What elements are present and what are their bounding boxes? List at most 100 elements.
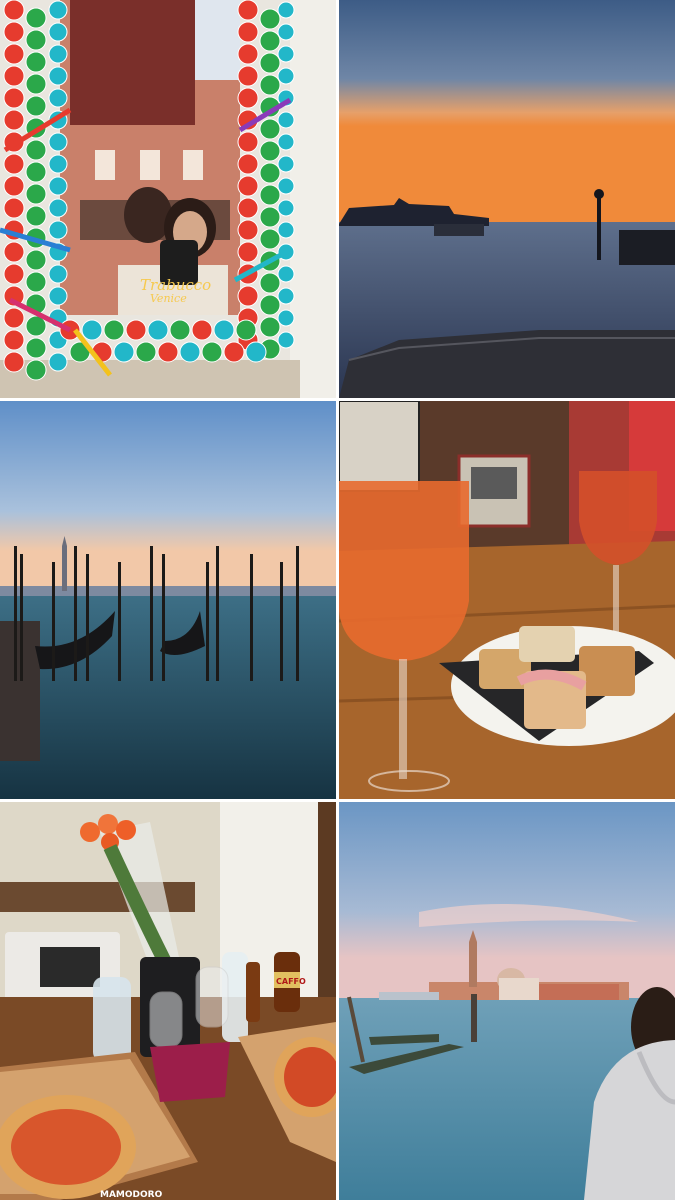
bottle-cap	[3, 0, 25, 21]
bottle-cap	[237, 43, 259, 65]
bottle-cap	[237, 65, 259, 87]
bottle-cap	[237, 175, 259, 197]
bottle-cap	[223, 341, 245, 363]
bottle-cap	[259, 272, 281, 294]
bottle-cap	[237, 21, 259, 43]
bottle-cap	[25, 205, 47, 227]
bottle-cap	[259, 162, 281, 184]
bottle-cap	[48, 198, 68, 218]
bottle-cap	[157, 341, 179, 363]
bottle-cap	[48, 44, 68, 64]
bottle-cap	[259, 228, 281, 250]
bottle-cap	[277, 23, 295, 41]
mooring-pole	[162, 554, 165, 681]
bottle-cap	[277, 265, 295, 283]
bottle-cap	[237, 131, 259, 153]
bottle-cap	[25, 271, 47, 293]
bottle-cap	[25, 29, 47, 51]
pizza-box-print: MAMODORO	[100, 1190, 163, 1200]
bottle-cap	[48, 22, 68, 42]
bottle-cap	[81, 319, 103, 341]
mooring-pole	[20, 554, 23, 681]
bottle-cap	[259, 184, 281, 206]
bottle-cap	[48, 176, 68, 196]
bottle-cap	[277, 1, 295, 19]
bottle-cap	[259, 30, 281, 52]
bottle-cap	[259, 8, 281, 30]
bottle-cap	[277, 287, 295, 305]
mooring-pole	[14, 546, 17, 681]
mirror-selfie-image: Trabucco Venice	[0, 0, 336, 398]
photo-lagoon-sunset[interactable]	[339, 0, 675, 398]
bottle-cap	[25, 139, 47, 161]
bottle-cap	[25, 183, 47, 205]
bottle-cap	[259, 74, 281, 96]
bottle-cap	[48, 352, 68, 372]
bottle-cap	[25, 161, 47, 183]
bottle-cap	[245, 341, 267, 363]
bottle-cap	[25, 337, 47, 359]
bottle-cap	[25, 73, 47, 95]
bottle-cap	[237, 285, 259, 307]
bottle-cap	[113, 341, 135, 363]
mooring-pole	[250, 554, 253, 681]
photo-san-giorgio-view[interactable]	[339, 802, 675, 1200]
bottle-cap	[25, 249, 47, 271]
bottle-cap	[237, 87, 259, 109]
mooring-pole	[216, 546, 219, 681]
bottle-cap	[3, 307, 25, 329]
bottle-cap	[103, 319, 125, 341]
bottle-cap	[135, 341, 157, 363]
mooring-pole	[206, 562, 209, 681]
bottle-cap	[3, 21, 25, 43]
bottle-cap	[277, 309, 295, 327]
bottle-cap	[3, 87, 25, 109]
photo-mirror-selfie[interactable]: Trabucco Venice	[0, 0, 336, 398]
bottle-cap	[3, 175, 25, 197]
san-giorgio-image	[339, 802, 675, 1200]
bottle-cap	[169, 319, 191, 341]
photo-spritz-and-cicchetti[interactable]	[339, 401, 675, 799]
spritz-cicchetti-image	[339, 401, 675, 799]
bottle-cap	[201, 341, 223, 363]
bottle-cap	[277, 331, 295, 349]
bottle-cap	[237, 197, 259, 219]
gondolas-image	[0, 401, 336, 799]
bottle-cap	[237, 241, 259, 263]
bottle-cap	[147, 319, 169, 341]
bottle-cap	[3, 43, 25, 65]
bottle-cap	[48, 220, 68, 240]
bottle-cap	[48, 0, 68, 20]
bottle-cap	[191, 319, 213, 341]
mirror-sign-text-2: Venice	[150, 292, 187, 305]
bottle-cap	[3, 197, 25, 219]
bottle-cap	[235, 319, 257, 341]
bottle-cap	[3, 109, 25, 131]
bottle-cap	[259, 52, 281, 74]
mooring-pole	[86, 554, 89, 681]
bottle-cap	[237, 219, 259, 241]
bottle-cap	[277, 111, 295, 129]
bottle-cap	[3, 329, 25, 351]
photo-hotel-pizza[interactable]: CAFFO MAMODORO	[0, 802, 336, 1200]
bottle-cap	[48, 264, 68, 284]
bottle-cap	[213, 319, 235, 341]
bottle-cap	[3, 65, 25, 87]
bottle-cap	[48, 154, 68, 174]
bottle-cap	[277, 199, 295, 217]
bottle-cap	[277, 155, 295, 173]
bottle-cap	[259, 316, 281, 338]
bottle-cap	[277, 67, 295, 85]
bottle-cap	[3, 263, 25, 285]
mooring-pole	[280, 562, 283, 681]
bottle-cap	[48, 132, 68, 152]
bottle-cap	[25, 95, 47, 117]
bottle-cap	[277, 133, 295, 151]
bottle-cap	[48, 286, 68, 306]
mooring-pole	[52, 562, 55, 681]
photo-gondolas[interactable]	[0, 401, 336, 799]
bottle-cap	[277, 221, 295, 239]
bottle-cap	[277, 45, 295, 63]
lagoon-sunset-image	[339, 0, 675, 398]
bottle-cap	[125, 319, 147, 341]
